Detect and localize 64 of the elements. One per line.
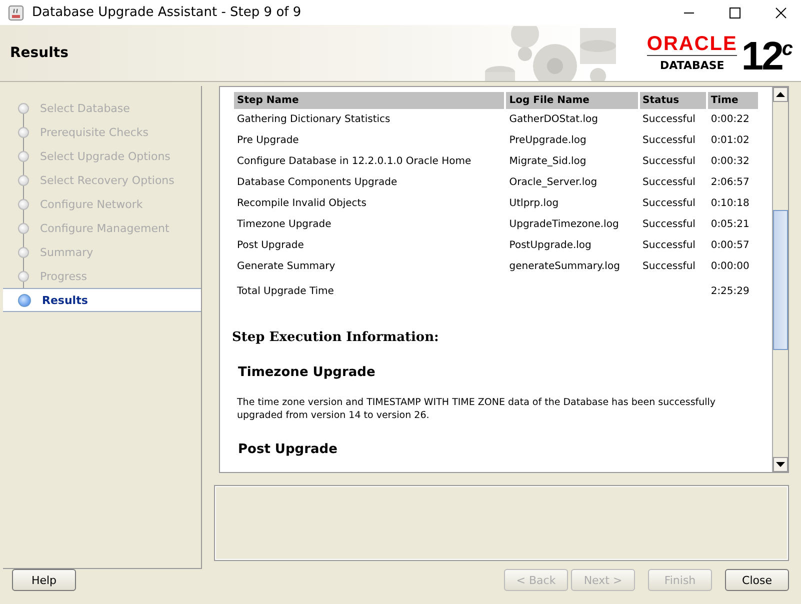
table-cell-text: Database Components Upgrade [236,176,398,190]
window-title: Database Upgrade Assistant - Step 9 of 9 [32,5,302,20]
table-cell-text: Total Upgrade Time [236,285,335,299]
column-header: Log File Name [506,92,638,109]
table-cell-text: 0:00:22 [710,113,750,127]
table-cell-text: 0:00:00 [710,260,750,274]
table-cell-text: Successful [642,260,696,274]
page-title: Results [9,45,68,61]
table-cell-text: 0:01:02 [710,134,750,148]
column-header: Time [708,92,758,109]
maximize-icon[interactable] [729,6,741,18]
section-title: Post Upgrade [238,442,338,457]
table-cell-text: 0:05:21 [710,218,750,232]
step-item[interactable]: Results [3,288,201,312]
table-cell-text: Successful [642,113,696,127]
step-item[interactable]: Select Upgrade Options [3,144,201,168]
brand-logo: ORACLE [646,33,738,56]
table-cell-text: UpgradeTimezone.log [508,218,620,232]
table-cell-text: Post Upgrade [236,239,305,253]
column-header: Step Name [234,92,504,109]
app-icon [8,4,24,20]
table-cell-text: Successful [642,197,696,211]
table-cell-text: Successful [642,155,696,169]
scrollbar[interactable] [772,87,788,472]
step-item[interactable]: Summary [3,240,201,264]
table-cell-text: PreUpgrade.log [508,134,588,148]
table-cell-text: Gathering Dictionary Statistics [236,113,392,127]
close-button[interactable]: Close [725,569,789,591]
version-label: 12$^{c}$ [741,34,791,77]
scroll-down-icon[interactable] [773,457,788,472]
table-cell-text: generateSummary.log [508,260,621,274]
close-icon[interactable] [775,6,787,18]
table-cell-text: GatherDOStat.log [508,113,600,127]
column-header: Status [640,92,706,109]
table-cell-text: Pre Upgrade [236,134,300,148]
section-title: Timezone Upgrade [238,365,376,380]
table-cell-text: 0:00:57 [710,239,750,253]
table-cell-text: Utlprp.log [508,197,560,211]
table-cell-text: 2:25:29 [710,285,750,299]
table-cell-text: PostUpgrade.log [508,239,592,253]
step-item[interactable]: Configure Network [3,192,201,216]
step-item[interactable]: Prerequisite Checks [3,120,201,144]
table-cell-text: 2:06:57 [710,176,750,190]
table-cell-text: Successful [642,176,696,190]
step-item[interactable]: Progress [3,264,201,288]
scroll-up-icon[interactable] [773,87,788,102]
table-cell-text: Successful [642,239,696,253]
table-cell-text: Successful [642,134,696,148]
table-cell-text: Configure Database in 12.2.0.1.0 Oracle Home [236,155,472,169]
table-cell-text: 0:10:18 [710,197,750,211]
step-item[interactable]: Select Recovery Options [3,168,201,192]
product-label: DATABASE [660,58,724,72]
table-cell-text: Oracle_Server.log [508,176,598,190]
table-cell-text: 0:00:32 [710,155,750,169]
table-cell-text: Generate Summary [236,260,336,274]
table-cell-text: Migrate_Sid.log [508,155,588,169]
section-text: The time zone version and TIMESTAMP WITH TIME ZONE data of the Database has been successfully upgraded from version 14 to version 26. [237,396,717,422]
section-heading: Step Execution Information: [232,330,440,345]
help-button[interactable]: Help [12,569,76,591]
step-item[interactable]: Configure Management [3,216,201,240]
table-cell-text: Successful [642,218,696,232]
step-item[interactable]: Select Database [3,96,201,120]
table-cell-text: Recompile Invalid Objects [236,197,368,211]
table-cell-text: Timezone Upgrade [236,218,332,232]
